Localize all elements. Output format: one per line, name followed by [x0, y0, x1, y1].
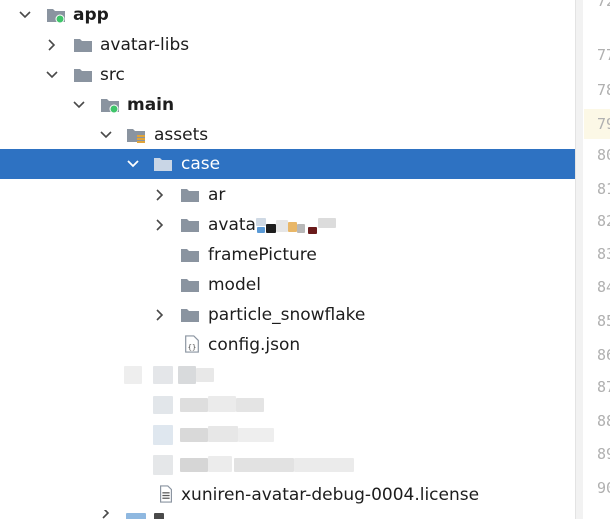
line-number: 88: [597, 412, 610, 430]
line-number: 72: [597, 0, 610, 10]
chevron-down-icon[interactable]: [70, 96, 88, 114]
tree-label-avatar-prefix: avata: [208, 215, 256, 235]
tree-node-src[interactable]: src: [0, 60, 575, 90]
project-tree: app avatar-libs src main assets case ar …: [0, 0, 575, 519]
tree-node-avatar-redacted[interactable]: avata: [0, 210, 575, 240]
line-number: 82: [597, 212, 610, 230]
tree-node-license[interactable]: xuniren-avatar-debug-0004.license: [0, 480, 575, 510]
tree-node-assets[interactable]: assets: [0, 120, 575, 150]
tree-label-model: model: [208, 275, 261, 295]
text-file-icon: [160, 485, 172, 503]
editor-line-gutter: 72 77 78 79 80 81 82 83 84 85 86 87 88 8…: [575, 0, 610, 519]
line-number: 83: [597, 245, 610, 263]
line-number: 78: [597, 81, 610, 99]
chevron-down-icon[interactable]: [97, 126, 115, 144]
gutter-strip: [576, 0, 583, 519]
tree-label-case: case: [181, 154, 221, 174]
tree-label-license: xuniren-avatar-debug-0004.license: [181, 485, 480, 505]
folder-icon: [181, 309, 199, 322]
line-number: 81: [597, 180, 610, 198]
resources-folder-icon: [127, 129, 145, 143]
line-number: 87: [597, 378, 610, 396]
tree-node-app[interactable]: app: [0, 0, 575, 30]
line-number: 89: [597, 445, 610, 463]
tree-node-model[interactable]: model: [0, 270, 575, 300]
folder-icon: [181, 219, 199, 232]
tree-node-redacted[interactable]: [0, 450, 575, 480]
line-number: 84: [597, 278, 610, 296]
tree-node-framepicture[interactable]: framePicture: [0, 240, 575, 270]
tree-node-config-json[interactable]: {} config.json: [0, 330, 575, 360]
folder-icon: [154, 158, 172, 171]
tree-node-ar[interactable]: ar: [0, 180, 575, 210]
folder-icon: [74, 39, 92, 52]
chevron-right-icon[interactable]: [151, 216, 169, 234]
chevron-down-icon[interactable]: [43, 66, 61, 84]
tree-node-redacted[interactable]: [0, 360, 575, 390]
tree-label-particle-snowflake: particle_snowflake: [208, 305, 366, 325]
line-number: 80: [597, 146, 610, 164]
tree-label-src: src: [100, 65, 125, 85]
chevron-right-icon[interactable]: [43, 36, 61, 54]
tree-node-redacted[interactable]: [0, 420, 575, 450]
tree-label-ar: ar: [208, 185, 226, 205]
tree-label-avatar-libs: avatar-libs: [100, 35, 190, 55]
tree-label-framepicture: framePicture: [208, 245, 317, 265]
tree-label-assets: assets: [154, 125, 209, 145]
line-number: 77: [597, 46, 610, 64]
tree-label-app: app: [73, 5, 109, 25]
tree-label-config-json: config.json: [208, 335, 301, 355]
tree-node-partial[interactable]: [0, 510, 575, 519]
folder-icon: [181, 249, 199, 262]
tree-node-avatar-libs[interactable]: avatar-libs: [0, 30, 575, 60]
line-number: 90: [597, 479, 610, 497]
tree-node-case[interactable]: case: [0, 149, 575, 179]
line-number: 85: [597, 312, 610, 330]
chevron-down-icon[interactable]: [16, 6, 34, 24]
folder-icon: [181, 189, 199, 202]
tree-label-main: main: [127, 95, 175, 115]
source-set-folder-icon: [101, 99, 119, 114]
chevron-down-icon[interactable]: [124, 155, 142, 173]
json-file-icon: {}: [185, 335, 199, 353]
module-folder-icon: [47, 9, 65, 24]
chevron-right-icon[interactable]: [97, 510, 115, 519]
tree-node-particle-snowflake[interactable]: particle_snowflake: [0, 300, 575, 330]
folder-icon: [74, 69, 92, 82]
svg-text:{}: {}: [188, 342, 197, 351]
chevron-right-icon[interactable]: [151, 306, 169, 324]
line-number: 86: [597, 346, 610, 364]
folder-icon: [181, 279, 199, 292]
chevron-right-icon[interactable]: [151, 186, 169, 204]
tree-node-main[interactable]: main: [0, 90, 575, 120]
line-number-current: 79: [584, 109, 610, 139]
tree-node-redacted[interactable]: [0, 390, 575, 420]
